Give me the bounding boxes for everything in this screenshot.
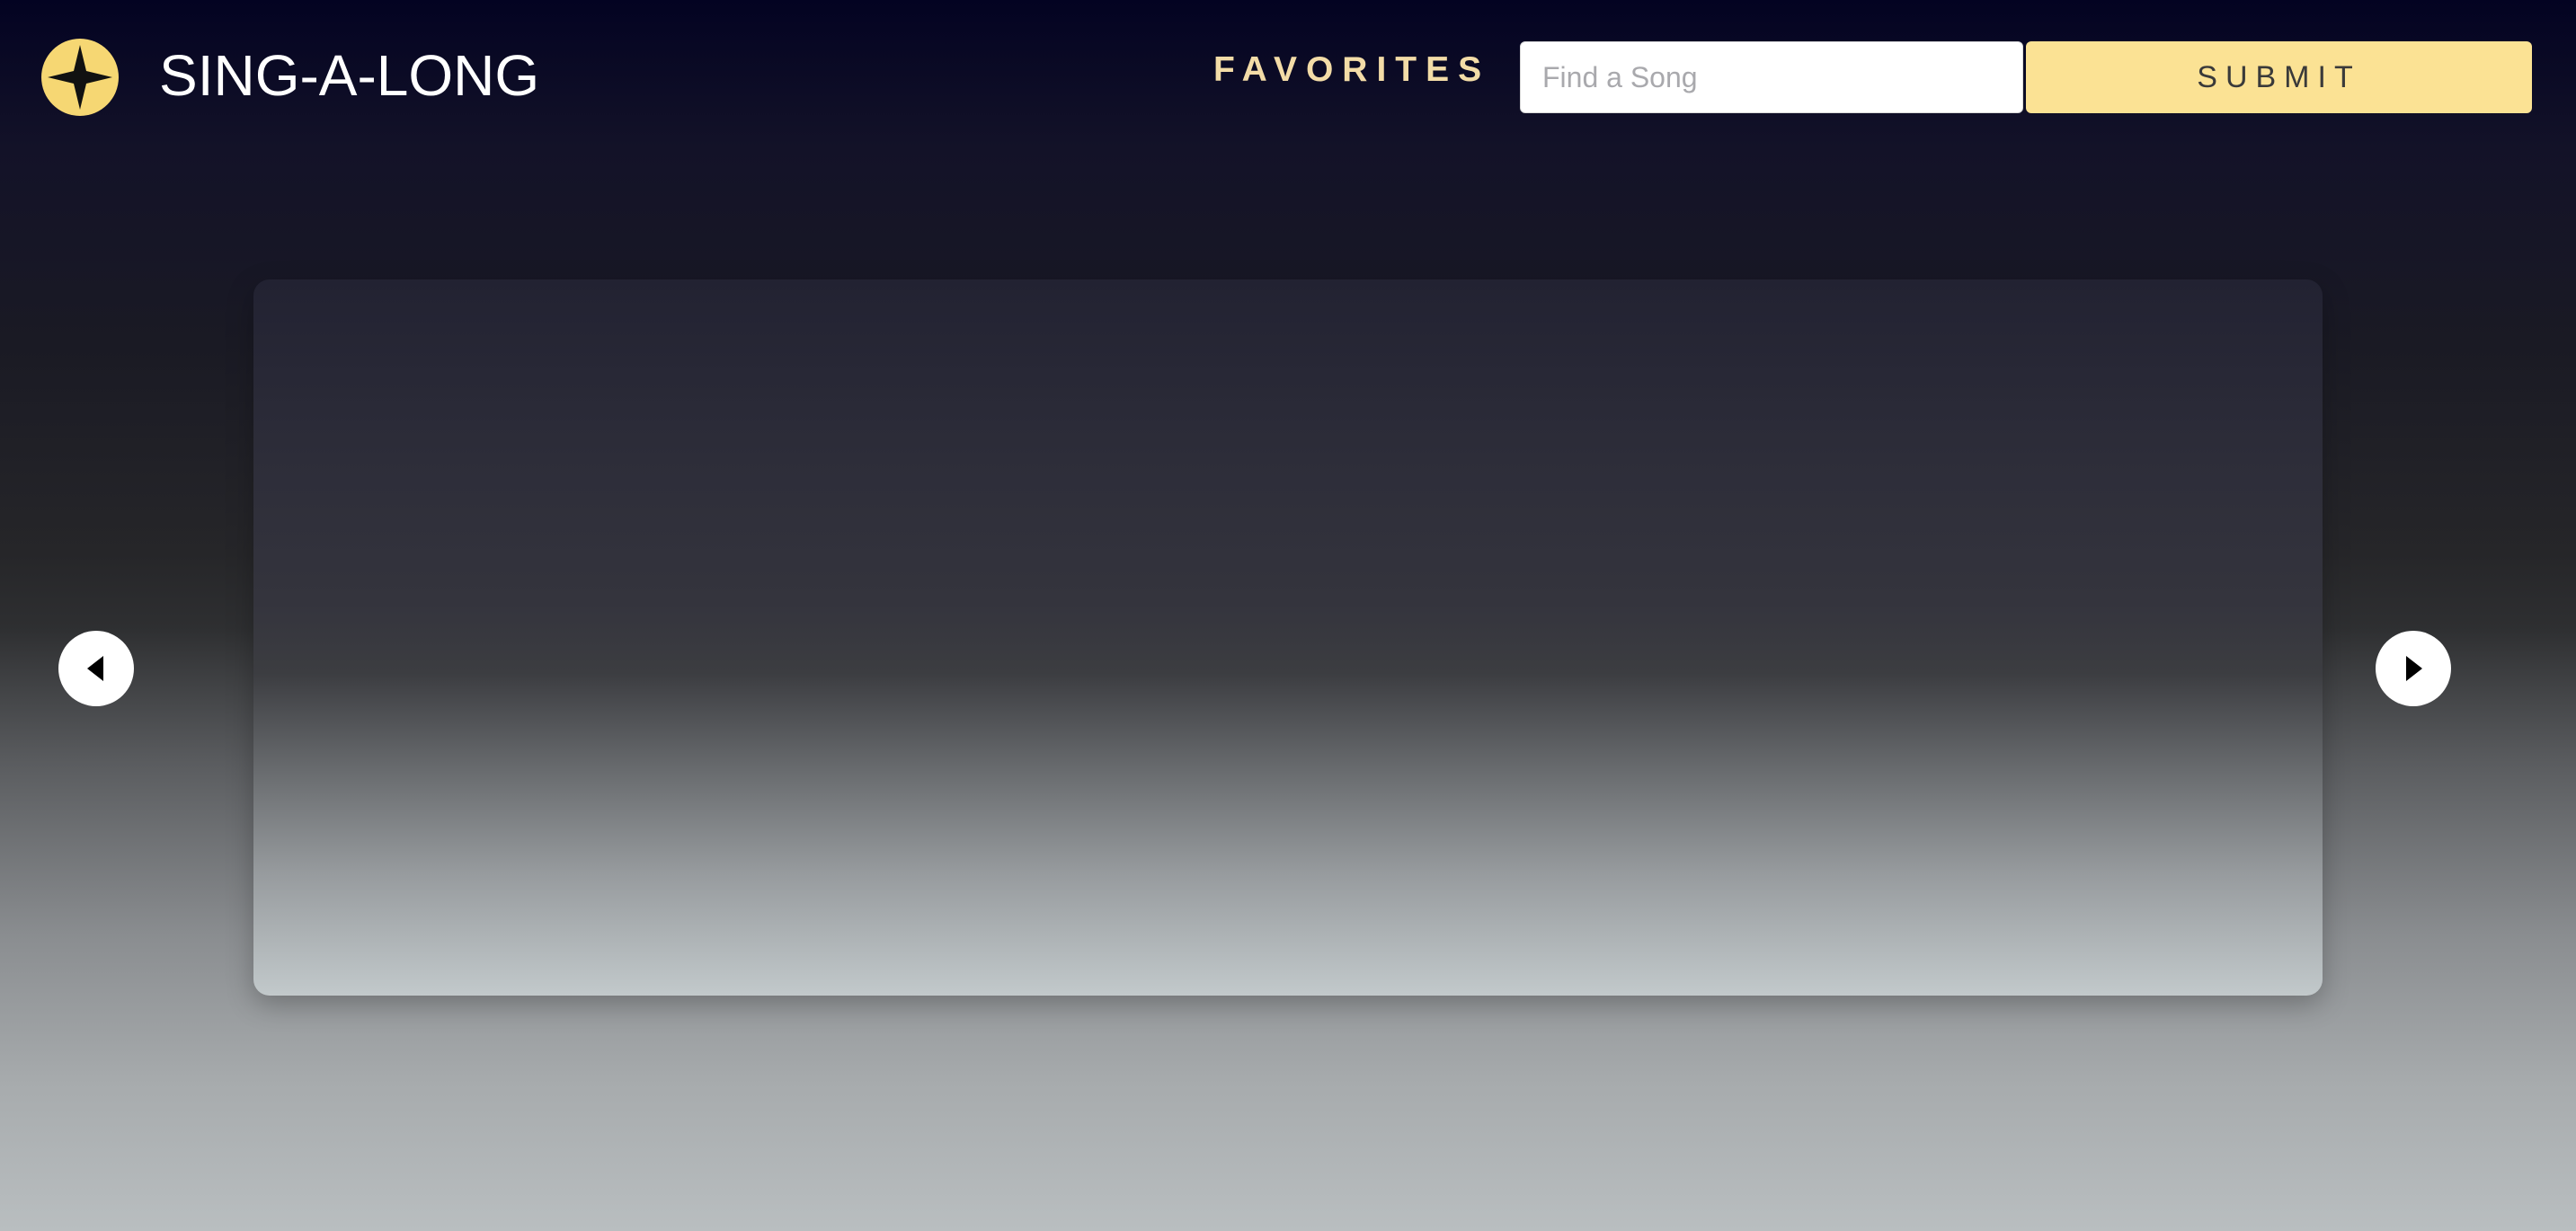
- caret-right-icon: [2406, 656, 2422, 681]
- brand-title[interactable]: SING-A-LONG: [159, 40, 539, 111]
- favorites-link[interactable]: FAVORITES: [1213, 45, 1490, 95]
- carousel-next-button[interactable]: [2376, 631, 2451, 706]
- carousel-slide-panel: [253, 279, 2323, 996]
- carousel-prev-button[interactable]: [58, 631, 134, 706]
- top-navigation-bar: SING-A-LONG FAVORITES SUBMIT: [0, 0, 2576, 153]
- caret-left-icon: [87, 656, 103, 681]
- submit-button[interactable]: SUBMIT: [2026, 41, 2532, 113]
- four-point-star-icon: [48, 45, 112, 110]
- song-search-input[interactable]: [1520, 41, 2023, 113]
- logo-badge[interactable]: [41, 39, 119, 116]
